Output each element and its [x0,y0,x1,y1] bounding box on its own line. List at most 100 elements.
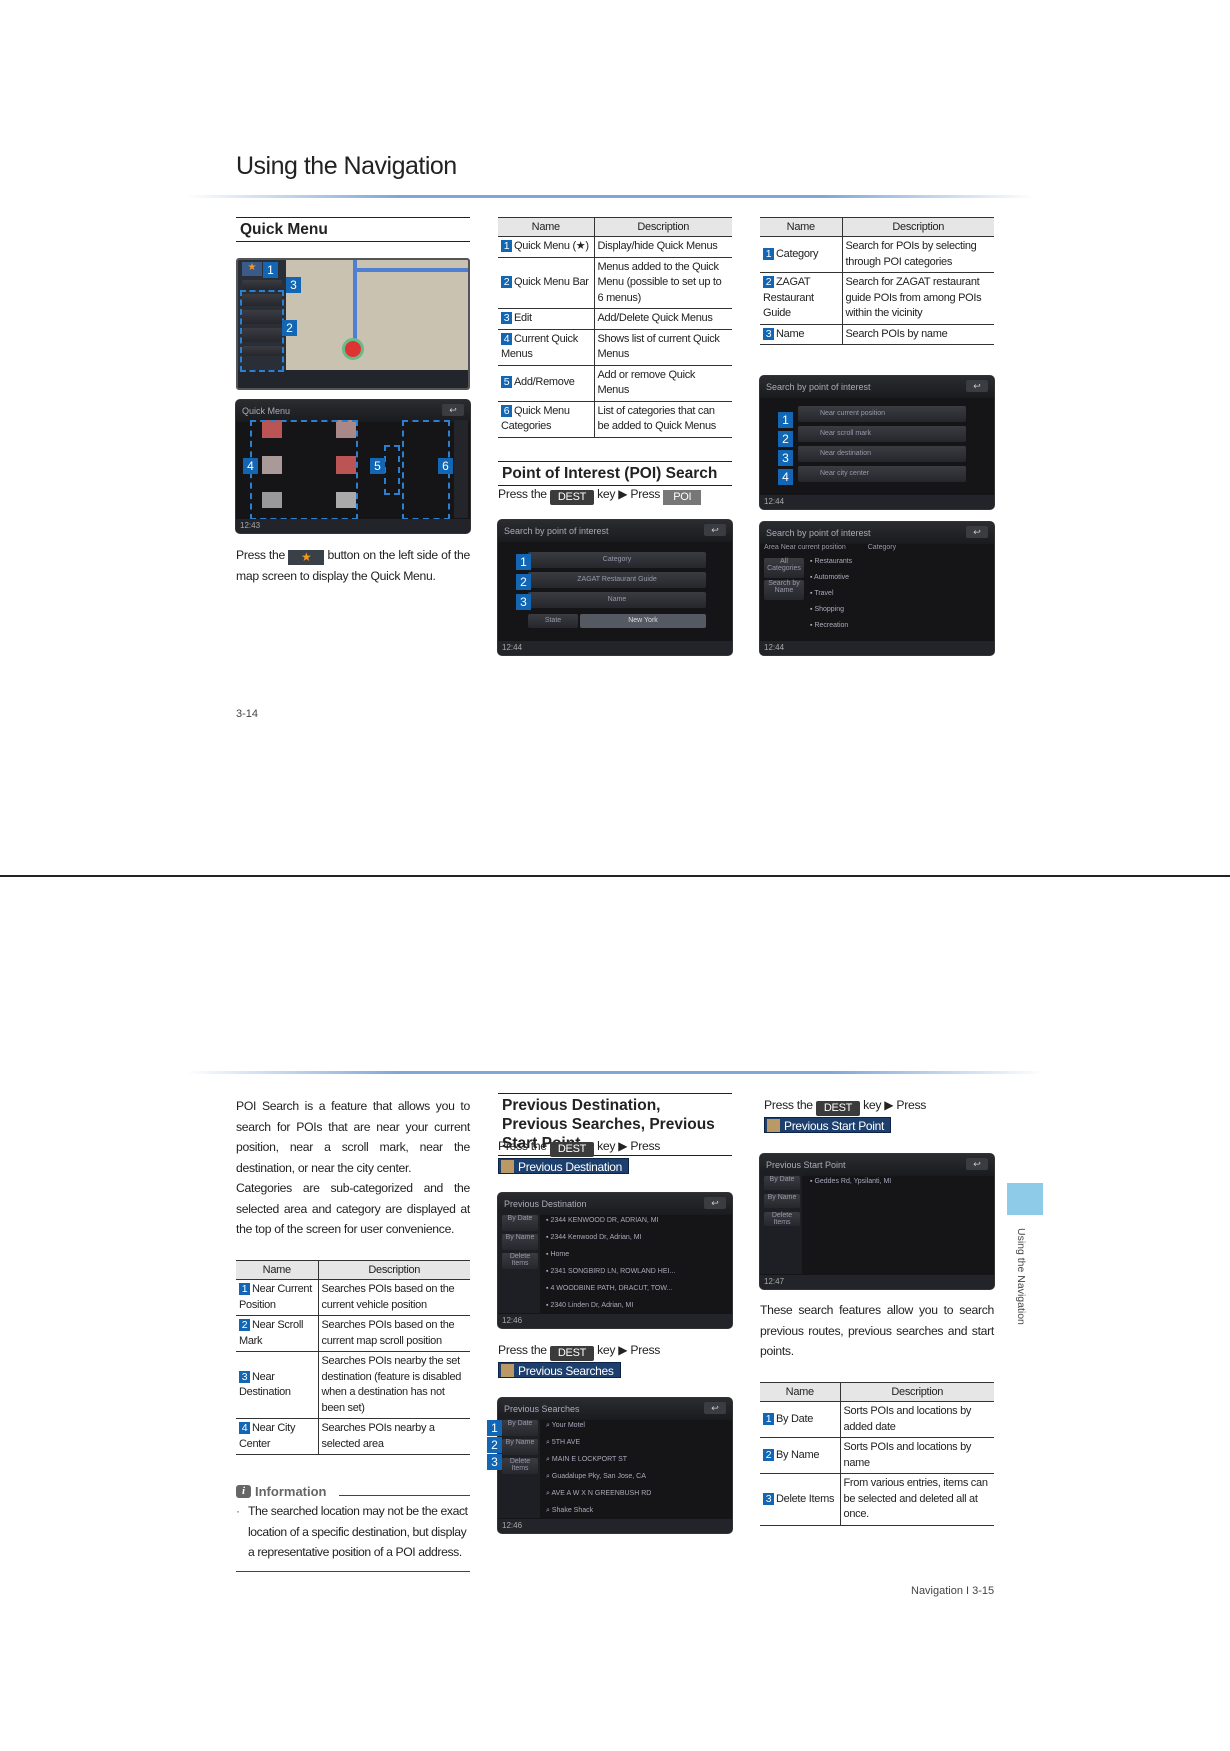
chapter-tab [1007,1183,1043,1215]
table-row: 2 Quick Menu Bar Menus added to the Quick … [498,257,732,309]
row-name: 1 By Date [760,1401,841,1438]
table-row: 5 Add/Remove Add or remove Quick Menus [498,365,732,402]
list-item: ▪ 2341 SONGBIRD LN, ROWLAND HEI... [546,1268,676,1275]
list-item: ⌕ Guadalupe Pky, San Jose, CA [546,1473,646,1480]
screen-clock: 12:43 [236,519,470,533]
prev-start-instruction: Press the DEST key ▶ Press Previous Star… [764,1098,927,1133]
row-description: Search POIs by name [842,324,994,345]
row-name: 2 Near Scroll Mark [236,1315,319,1352]
list-item: ▪ Home [546,1251,570,1258]
item-number-badge: 1 [239,1283,250,1295]
previous-start-point-button: Previous Start Point [764,1117,892,1133]
near-table: Name Description 1 Near Current Position S… [236,1260,470,1455]
back-icon: ↩ [704,1402,726,1414]
poi-instruction: Press the DEST key ▶ Press POI [498,484,732,505]
marker-5: 5 [370,458,385,474]
vehicle-position-icon [342,338,364,360]
page-top-line [185,1071,1045,1074]
row-name: 2 Quick Menu Bar [498,257,595,309]
row-description: Display/hide Quick Menus [594,236,732,258]
previous-searches-button: Previous Searches [498,1362,621,1378]
list-item: ▪ 2344 Kenwood Dr, Adrian, MI [546,1234,642,1241]
row-name: 1 Category [760,236,843,273]
quick-menu-table: Name Description 1 Quick Menu (★) Display/… [498,217,732,438]
row-name: 2 By Name [760,1437,841,1474]
col-name: Name [498,217,594,237]
page-number-right: Navigation I 3-15 [911,1585,995,1597]
sort-table: Name Description 1 By Date Sorts POIs and … [760,1382,994,1526]
row-name: 4 Near City Center [236,1418,319,1455]
poi-intro: POI Search is a feature that allows you … [236,1099,470,1236]
row-name: 4 Current Quick Menus [498,329,595,366]
row-name: 3 Edit [498,308,595,330]
dest-key: DEST [549,1346,595,1361]
row-name: 3 Near Destination [236,1351,319,1419]
table-row: 3 Edit Add/Delete Quick Menus [498,308,732,330]
row-name: 1 Near Current Position [236,1279,319,1316]
info-icon: i [236,1485,251,1498]
row-description: Search for POIs by selecting through POI… [842,236,994,273]
map-screenshot: ★ 1 3 2 [236,258,470,390]
poi-category-screenshot: Search by point of interest ↩ Area Near … [760,522,994,655]
table-row: 4 Near City Center Searches POIs nearby a … [236,1418,470,1455]
item-number-badge: 5 [501,376,512,389]
dest-key: DEST [815,1101,861,1116]
item-number-badge: 1 [763,247,774,260]
item-number-badge: 1 [763,1412,774,1425]
information-box: i Information · The searched location ma… [236,1484,470,1572]
item-number-badge: 2 [763,276,774,288]
table-row: 1 By Date Sorts POIs and locations by adde… [760,1401,994,1438]
back-icon: ↩ [966,1158,988,1170]
row-description: Menus added to the Quick Menu (possible … [594,257,732,309]
screen-title: Quick Menu [236,400,470,422]
star-icon: ★ [288,550,325,565]
back-icon: ↩ [966,380,988,392]
item-number-badge: 1 [501,240,512,252]
item-number-badge: 4 [239,1422,250,1434]
star-icon: ★ [242,262,262,276]
row-description: From various entries, items can be selec… [840,1473,994,1526]
row-name: 6 Quick Menu Categories [498,401,595,438]
list-item: ⌕ Your Motel [546,1422,585,1429]
back-icon: ↩ [704,524,726,536]
row-description: Shows list of current Quick Menus [594,329,732,366]
row-name: 3 Name [760,324,843,345]
row-description: Add or remove Quick Menus [594,365,732,402]
row-description: Sorts POIs and locations by name [840,1437,994,1474]
item-number-badge: 2 [763,1448,774,1461]
row-description: Searches POIs based on the current vehic… [318,1279,470,1316]
poi-search-heading: Point of Interest (POI) Search [498,461,732,486]
marker-1: 1 [263,262,278,278]
row-name: 3 Delete Items [760,1473,841,1526]
previous-destination-screenshot: Previous Destination ↩ By Date By Name D… [498,1193,732,1328]
page-separator [0,875,1230,877]
dest-key: DEST [549,1142,595,1157]
item-number-badge: 2 [501,276,512,288]
table-row: 1 Category Search for POIs by selecting th… [760,236,994,273]
title-underline [185,195,1035,198]
item-number-badge: 3 [763,1492,774,1505]
item-number-badge: 3 [239,1370,250,1383]
page-title: Using the Navigation [236,152,457,180]
poi-near-screenshot: Search by point of interest ↩ Near curre… [760,376,994,509]
list-item: ⌕ AVE A W X N GREENBUSH RD [546,1490,652,1497]
poi-table: Name Description 1 Category Search for POI… [760,217,994,345]
table-row: 3 Delete Items From various entries, items… [760,1473,994,1526]
back-icon: ↩ [966,526,988,538]
table-row: 3 Near Destination Searches POIs nearby th… [236,1351,470,1419]
quick-menu-screenshot: Quick Menu ↩ 4 5 6 12:43 [236,400,470,533]
row-description: Searches POIs nearby the set destination… [318,1351,470,1419]
row-description: Add/Delete Quick Menus [594,308,732,330]
item-number-badge: 3 [501,312,512,324]
table-row: 1 Near Current Position Searches POIs base… [236,1279,470,1316]
row-name: 5 Add/Remove [498,365,595,402]
table-row: 2 ZAGAT Restaurant Guide Search for ZAGAT … [760,272,994,325]
table-row: 3 Name Search POIs by name [760,324,994,345]
marker-3: 3 [286,277,301,293]
quick-menu-heading: Quick Menu [236,217,470,242]
marker-2: 2 [282,320,297,336]
list-item: ⌕ MAIN E LOCKPORT ST [546,1456,628,1463]
previous-start-point-screenshot: Previous Start Point ↩ By Date By Name D… [760,1154,994,1289]
table-row: 2 Near Scroll Mark Searches POIs based on … [236,1315,470,1352]
page-number-left: 3-14 [236,708,259,720]
